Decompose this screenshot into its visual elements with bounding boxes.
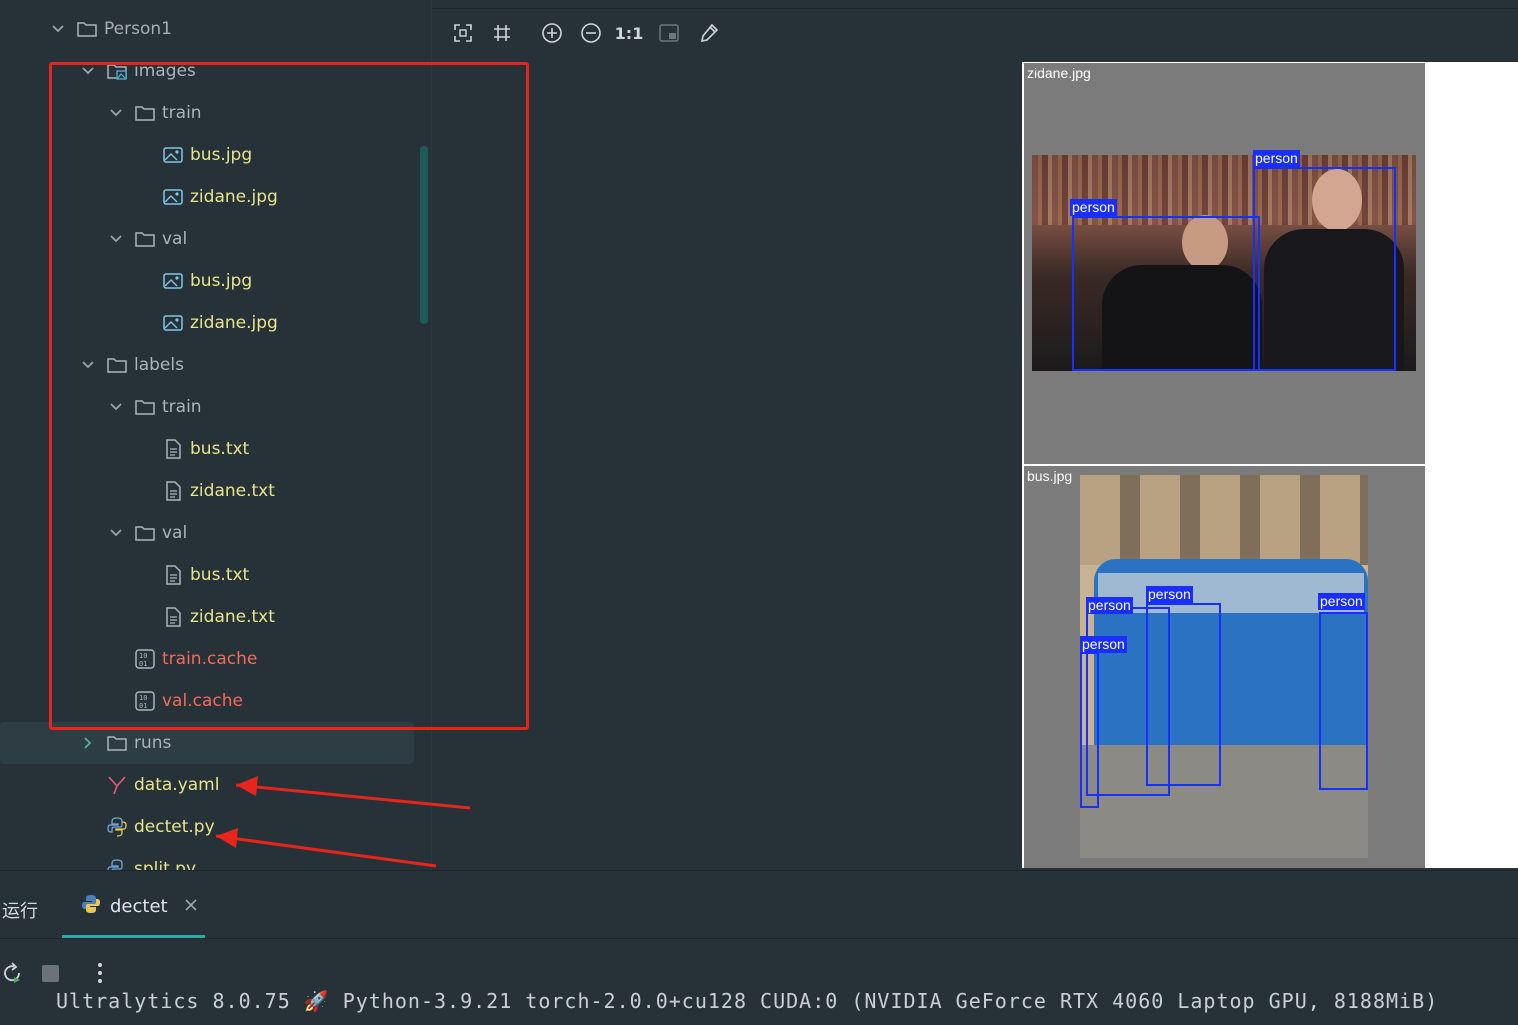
detection-label: person xyxy=(1253,150,1300,167)
panel-title: zidane.jpg xyxy=(1027,65,1091,81)
detection-box xyxy=(1080,652,1099,808)
background-icon[interactable] xyxy=(654,18,684,48)
detection-label: person xyxy=(1070,199,1117,216)
detection-label: person xyxy=(1318,593,1365,610)
python-file-icon xyxy=(106,858,128,870)
close-icon[interactable] xyxy=(184,896,198,917)
building-facade xyxy=(1080,475,1368,565)
editor-tabs-strip xyxy=(432,0,1518,9)
stop-icon[interactable] xyxy=(42,965,59,982)
tree-item-label: dectet.py xyxy=(134,817,215,837)
detection-box xyxy=(1253,167,1396,371)
tree-item-file[interactable]: dectet.py xyxy=(106,806,432,848)
python-icon xyxy=(80,893,102,920)
chevron-down-icon[interactable] xyxy=(50,21,66,37)
tree-item-label: split.py xyxy=(134,859,197,870)
rerun-icon[interactable] xyxy=(0,961,24,989)
zoom-out-icon[interactable] xyxy=(576,18,606,48)
yaml-file-icon xyxy=(106,774,128,796)
run-panel: 运行 dectet Ultralytics 8.0.75 🚀 Python-3.… xyxy=(0,870,1518,1025)
detection-label: person xyxy=(1080,636,1127,653)
fit-to-window-icon[interactable] xyxy=(448,18,478,48)
tree-item-file[interactable]: split.py xyxy=(106,848,432,870)
tree-item-person1[interactable]: Person1 xyxy=(50,8,432,50)
chevron-right-icon[interactable] xyxy=(80,735,96,751)
divider xyxy=(0,938,1518,939)
detection-box xyxy=(1146,603,1221,786)
detection-label: person xyxy=(1086,597,1133,614)
zoom-in-icon[interactable] xyxy=(537,18,567,48)
tree-item-label: runs xyxy=(134,733,172,753)
more-options-icon[interactable] xyxy=(96,961,104,989)
run-panel-title: 运行 xyxy=(2,901,38,922)
run-tab-label: dectet xyxy=(110,896,168,917)
grid-icon[interactable] xyxy=(487,18,517,48)
tree-item-label: data.yaml xyxy=(134,775,220,795)
detection-box xyxy=(1072,216,1260,371)
run-tab[interactable]: dectet xyxy=(80,893,198,920)
python-file-icon xyxy=(106,816,128,838)
tree-item-label: Person1 xyxy=(104,19,172,39)
image-panel-zidane: zidane.jpg person person xyxy=(1024,63,1425,464)
detection-label: person xyxy=(1146,586,1193,603)
actual-size-button[interactable]: 1:1 xyxy=(614,18,644,48)
console-output-line: Ultralytics 8.0.75 🚀 Python-3.9.21 torch… xyxy=(56,989,1439,1013)
color-picker-icon[interactable] xyxy=(694,18,724,48)
detection-box xyxy=(1319,612,1368,790)
folder-icon xyxy=(106,732,128,754)
image-panel-bus: bus.jpg person person person person xyxy=(1024,466,1425,868)
tree-item-file[interactable]: data.yaml xyxy=(106,764,432,806)
annotation-highlight-box xyxy=(49,62,529,730)
folder-icon xyxy=(76,18,98,40)
panel-title: bus.jpg xyxy=(1027,468,1073,484)
